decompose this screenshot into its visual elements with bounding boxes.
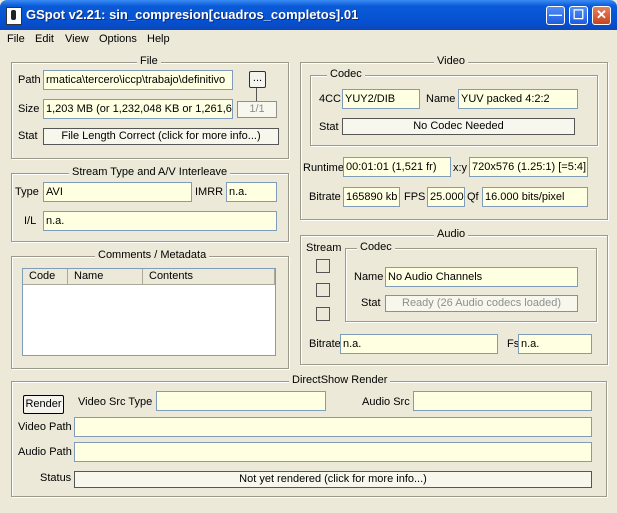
video-codec-title: Codec bbox=[327, 68, 365, 80]
qf-field[interactable]: 16.000 bits/pixel bbox=[482, 187, 588, 207]
render-button[interactable]: Render bbox=[23, 395, 64, 414]
video-group-title: Video bbox=[434, 55, 468, 67]
runtime-field[interactable]: 00:01:01 (1,521 fr) bbox=[343, 157, 451, 177]
il-label: I/L bbox=[24, 215, 37, 227]
column-header-contents[interactable]: Contents bbox=[143, 269, 275, 285]
size-field[interactable]: 1,203 MB (or 1,232,048 KB or 1,261,6 bbox=[43, 99, 233, 119]
comments-group-title: Comments / Metadata bbox=[95, 249, 210, 261]
audio-src-label: Audio Src bbox=[362, 396, 410, 408]
window-title: GSpot v2.21: sin_compresion[cuadros_comp… bbox=[26, 7, 359, 22]
audio-name-field[interactable]: No Audio Channels bbox=[385, 267, 578, 287]
close-icon: ✕ bbox=[596, 7, 607, 22]
audio-stream-3-checkbox[interactable] bbox=[316, 307, 330, 321]
menu-help[interactable]: Help bbox=[147, 33, 170, 45]
fourcc-field[interactable]: YUY2/DIB bbox=[342, 89, 420, 109]
menu-view[interactable]: View bbox=[65, 33, 89, 45]
audio-stream-2-checkbox[interactable] bbox=[316, 283, 330, 297]
audio-stat[interactable]: Ready (26 Audio codecs loaded) bbox=[385, 295, 578, 312]
audio-path-field[interactable] bbox=[74, 442, 592, 462]
audio-bitrate-label: Bitrate bbox=[309, 338, 341, 350]
column-header-name[interactable]: Name bbox=[68, 269, 143, 285]
fourcc-label: 4CC bbox=[319, 93, 342, 105]
audio-stream-1-checkbox[interactable] bbox=[316, 259, 330, 273]
connector-line bbox=[256, 88, 257, 102]
video-name-field[interactable]: YUV packed 4:2:2 bbox=[458, 89, 578, 109]
menu-edit[interactable]: Edit bbox=[35, 33, 54, 45]
menu-file[interactable]: File bbox=[7, 33, 25, 45]
imrr-label: IMRR bbox=[195, 186, 224, 198]
video-src-type-field[interactable] bbox=[156, 391, 326, 411]
fps-field[interactable]: 25.000 bbox=[427, 187, 465, 207]
video-name-label: Name bbox=[426, 93, 456, 105]
qf-label: Qf bbox=[467, 191, 479, 203]
column-header-code[interactable]: Code bbox=[23, 269, 68, 285]
directshow-render-title: DirectShow Render bbox=[289, 374, 391, 386]
video-stat[interactable]: No Codec Needed bbox=[342, 118, 575, 135]
audio-stream-label: Stream bbox=[306, 242, 342, 254]
browse-button[interactable]: ... bbox=[249, 71, 266, 88]
xy-field[interactable]: 720x576 (1.25:1) [=5:4] bbox=[469, 157, 588, 177]
stream-type-group-title: Stream Type and A/V Interleave bbox=[69, 166, 231, 178]
audio-group-title: Audio bbox=[434, 228, 469, 240]
audio-bitrate-field[interactable]: n.a. bbox=[340, 334, 498, 354]
status-label: Status bbox=[40, 472, 72, 484]
video-path-field[interactable] bbox=[74, 417, 592, 437]
video-bitrate-field[interactable]: 165890 kb bbox=[343, 187, 400, 207]
path-field[interactable]: rmatica\tercero\iccp\trabajo\definitivo bbox=[43, 70, 233, 90]
metadata-list[interactable]: Code Name Contents bbox=[22, 268, 276, 356]
video-path-label: Video Path bbox=[18, 421, 72, 433]
menu-options[interactable]: Options bbox=[99, 33, 137, 45]
imrr-field[interactable]: n.a. bbox=[226, 182, 277, 202]
app-icon[interactable] bbox=[6, 7, 22, 25]
runtime-label: Runtime bbox=[303, 162, 344, 174]
audio-stat-label: Stat bbox=[361, 297, 381, 309]
menu-bar: File Edit View Options Help bbox=[0, 30, 617, 49]
type-field[interactable]: AVI bbox=[43, 182, 192, 202]
fps-label: FPS bbox=[404, 191, 426, 203]
render-status[interactable]: Not yet rendered (click for more info...… bbox=[74, 471, 592, 488]
type-label: Type bbox=[15, 186, 39, 198]
close-button[interactable]: ✕ bbox=[592, 6, 611, 25]
size-label: Size bbox=[18, 103, 40, 115]
title-bar[interactable]: GSpot v2.21: sin_compresion[cuadros_comp… bbox=[0, 0, 617, 30]
audio-name-label: Name bbox=[354, 271, 384, 283]
video-bitrate-label: Bitrate bbox=[309, 191, 341, 203]
page-counter: 1/1 bbox=[237, 101, 277, 118]
audio-src-field[interactable] bbox=[413, 391, 592, 411]
xy-label: x:y bbox=[453, 162, 468, 174]
audio-codec-title: Codec bbox=[357, 241, 395, 253]
maximize-button[interactable]: ☐ bbox=[569, 6, 588, 25]
video-stat-label: Stat bbox=[319, 121, 339, 133]
video-codec-group bbox=[310, 75, 598, 146]
minimize-icon: — bbox=[549, 7, 562, 22]
video-src-type-label: Video Src Type bbox=[78, 396, 153, 408]
file-stat[interactable]: File Length Correct (click for more info… bbox=[43, 128, 279, 145]
file-group-title: File bbox=[137, 55, 161, 67]
stat-label: Stat bbox=[18, 130, 38, 142]
maximize-icon: ☐ bbox=[572, 7, 585, 22]
path-label: Path bbox=[18, 74, 41, 86]
fs-field[interactable]: n.a. bbox=[518, 334, 592, 354]
audio-path-label: Audio Path bbox=[18, 446, 72, 458]
minimize-button[interactable]: — bbox=[546, 6, 565, 25]
il-field[interactable]: n.a. bbox=[43, 211, 277, 231]
